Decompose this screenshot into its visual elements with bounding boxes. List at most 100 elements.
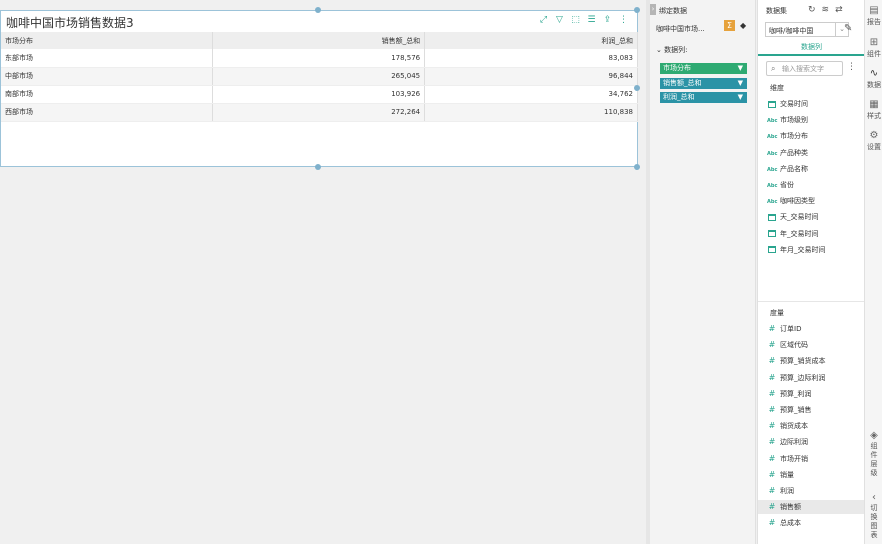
rail-label-vertical: 组件层级	[865, 442, 882, 478]
table-widget[interactable]: 咖啡中国市场销售数据3 ⤢ ▽ ⬚ ☰ ⇪ ⋮ 市场分布 销售额_总和 利润_总…	[0, 10, 638, 167]
dataset-toolbar: ↻ ≋ ⇄	[808, 5, 843, 15]
refresh-icon[interactable]: ↻	[808, 5, 816, 15]
measure-field[interactable]: #边际利润	[767, 435, 857, 449]
table-row[interactable]: 西部市场 272,264 110,838	[1, 103, 638, 121]
stack-icon[interactable]: ≋	[822, 5, 830, 15]
rail-item-component[interactable]: ⊞组件	[865, 37, 882, 59]
table-row[interactable]: 中部市场 265,045 96,844	[1, 67, 638, 85]
measure-field[interactable]: #销货成本	[767, 419, 857, 433]
more-icon[interactable]: ⋮	[618, 15, 629, 26]
caret-down-icon[interactable]: ▼	[738, 63, 743, 74]
rail-item-settings[interactable]: ⚙设置	[865, 130, 882, 152]
resize-handle-top-right[interactable]	[634, 7, 640, 13]
rail-item-data[interactable]: ∿ 数据	[865, 68, 882, 90]
bind-data-title: 绑定数据	[659, 6, 687, 16]
search-input[interactable]	[782, 64, 840, 74]
rail-item-style[interactable]: ▦ 样式	[865, 99, 882, 121]
dimension-field[interactable]: 年_交易时间	[767, 227, 857, 241]
measure-field[interactable]: #销售额	[758, 500, 865, 514]
dimension-field[interactable]: Abc产品名称	[767, 162, 857, 176]
field-label: 区域代码	[780, 341, 808, 349]
number-type-icon: #	[767, 516, 777, 530]
sigma-icon[interactable]: Σ	[724, 20, 735, 31]
calendar-icon	[768, 214, 776, 221]
rail-item-switch-chart[interactable]: ‹切换图表	[865, 492, 882, 540]
export-icon[interactable]: ⇪	[602, 15, 613, 26]
table-cell: 南部市场	[1, 85, 213, 103]
number-type-icon: #	[767, 468, 777, 482]
chevron-down-icon: ⌄	[656, 46, 662, 54]
chevron-left-icon: ‹	[865, 492, 882, 503]
field-label: 销货成本	[780, 422, 808, 430]
field-label: 总成本	[780, 519, 801, 527]
measure-field[interactable]: #预算_销售	[767, 403, 857, 417]
dimension-field[interactable]: 年月_交易时间	[767, 243, 857, 257]
number-type-icon: #	[767, 371, 777, 385]
field-label: 利润	[780, 487, 794, 495]
field-label: 预算_销售	[780, 406, 812, 414]
measure-field[interactable]: #市场开销	[767, 452, 857, 466]
tab-data-columns[interactable]: 数据列	[758, 42, 865, 56]
caret-down-icon[interactable]: ▼	[738, 78, 743, 89]
data-columns-header[interactable]: ⌄ 数据列:	[656, 45, 687, 55]
column-header[interactable]: 销售额_总和	[213, 32, 425, 49]
measure-field[interactable]: #区域代码	[767, 338, 857, 352]
number-type-icon: #	[767, 419, 777, 433]
expand-icon[interactable]: ⤢	[538, 15, 549, 26]
dimension-field[interactable]: Abc咖啡因类型	[767, 194, 857, 208]
more-icon[interactable]: ⋮	[847, 62, 856, 72]
data-icon: ∿	[865, 68, 882, 79]
rail-item-layers[interactable]: ◈组件层级	[865, 430, 882, 478]
measure-title: 度量	[770, 308, 784, 318]
table-row[interactable]: 南部市场 103,926 34,762	[1, 85, 638, 103]
number-type-icon: #	[767, 403, 777, 417]
dataset-selected-value: 咖啡/咖啡中国	[769, 26, 833, 36]
measure-field[interactable]: #订单ID	[767, 322, 857, 336]
dataset-select[interactable]: 咖啡/咖啡中国 ⌄	[765, 22, 849, 37]
table-row[interactable]: 东部市场 178,576 83,083	[1, 49, 638, 67]
measure-field[interactable]: #销量	[767, 468, 857, 482]
column-header[interactable]: 市场分布	[1, 32, 213, 49]
select-icon[interactable]: ⬚	[570, 15, 581, 26]
list-icon[interactable]: ☰	[586, 15, 597, 26]
widget-title: 咖啡中国市场销售数据3	[6, 14, 134, 31]
rail-label: 样式	[867, 112, 881, 120]
bound-column-chip[interactable]: 利润_总和▼	[660, 92, 747, 103]
measure-field[interactable]: #预算_利润	[767, 387, 857, 401]
dimension-field[interactable]: 天_交易时间	[767, 210, 857, 224]
number-type-icon: #	[767, 338, 777, 352]
number-type-icon: #	[767, 322, 777, 336]
resize-handle-bottom-right[interactable]	[634, 164, 640, 170]
resize-handle-bottom[interactable]	[315, 164, 321, 170]
resize-handle-right[interactable]	[634, 85, 640, 91]
dimension-field[interactable]: Abc省份	[767, 178, 857, 192]
bound-column-chip[interactable]: 市场分布▼	[660, 63, 747, 74]
rail-item-report[interactable]: ▤报告	[865, 5, 882, 27]
bound-column-chip[interactable]: 销售额_总和▼	[660, 78, 747, 89]
table-cell: 34,762	[425, 85, 638, 103]
measure-field[interactable]: #预算_销货成本	[767, 354, 857, 368]
style-icon: ▦	[865, 99, 882, 110]
measure-field[interactable]: #利润	[767, 484, 857, 498]
measure-field[interactable]: #总成本	[767, 516, 857, 530]
filter-icon[interactable]: ▽	[554, 15, 565, 26]
eraser-icon[interactable]: ◆	[740, 21, 746, 30]
text-type-icon: Abc	[767, 195, 777, 209]
field-label: 订单ID	[780, 325, 801, 333]
measure-field[interactable]: #预算_边际利润	[767, 371, 857, 385]
switch-icon[interactable]: ⇄	[835, 5, 843, 15]
collapse-panel-icon[interactable]: ›	[650, 4, 656, 15]
field-label: 市场分布	[780, 132, 808, 140]
field-search[interactable]: ⌕	[766, 61, 843, 76]
number-type-icon: #	[767, 354, 777, 368]
resize-handle-top[interactable]	[315, 7, 321, 13]
caret-down-icon[interactable]: ▼	[738, 92, 743, 103]
dimension-field[interactable]: Abc产品种类	[767, 146, 857, 160]
dimension-field[interactable]: Abc市场级别	[767, 113, 857, 127]
rail-label: 数据	[867, 81, 881, 89]
dimension-field[interactable]: Abc市场分布	[767, 129, 857, 143]
edit-icon[interactable]: ✎	[844, 23, 852, 34]
column-header[interactable]: 利润_总和	[425, 32, 638, 49]
field-label: 产品种类	[780, 149, 808, 157]
dimension-field[interactable]: 交易时间	[767, 97, 857, 111]
